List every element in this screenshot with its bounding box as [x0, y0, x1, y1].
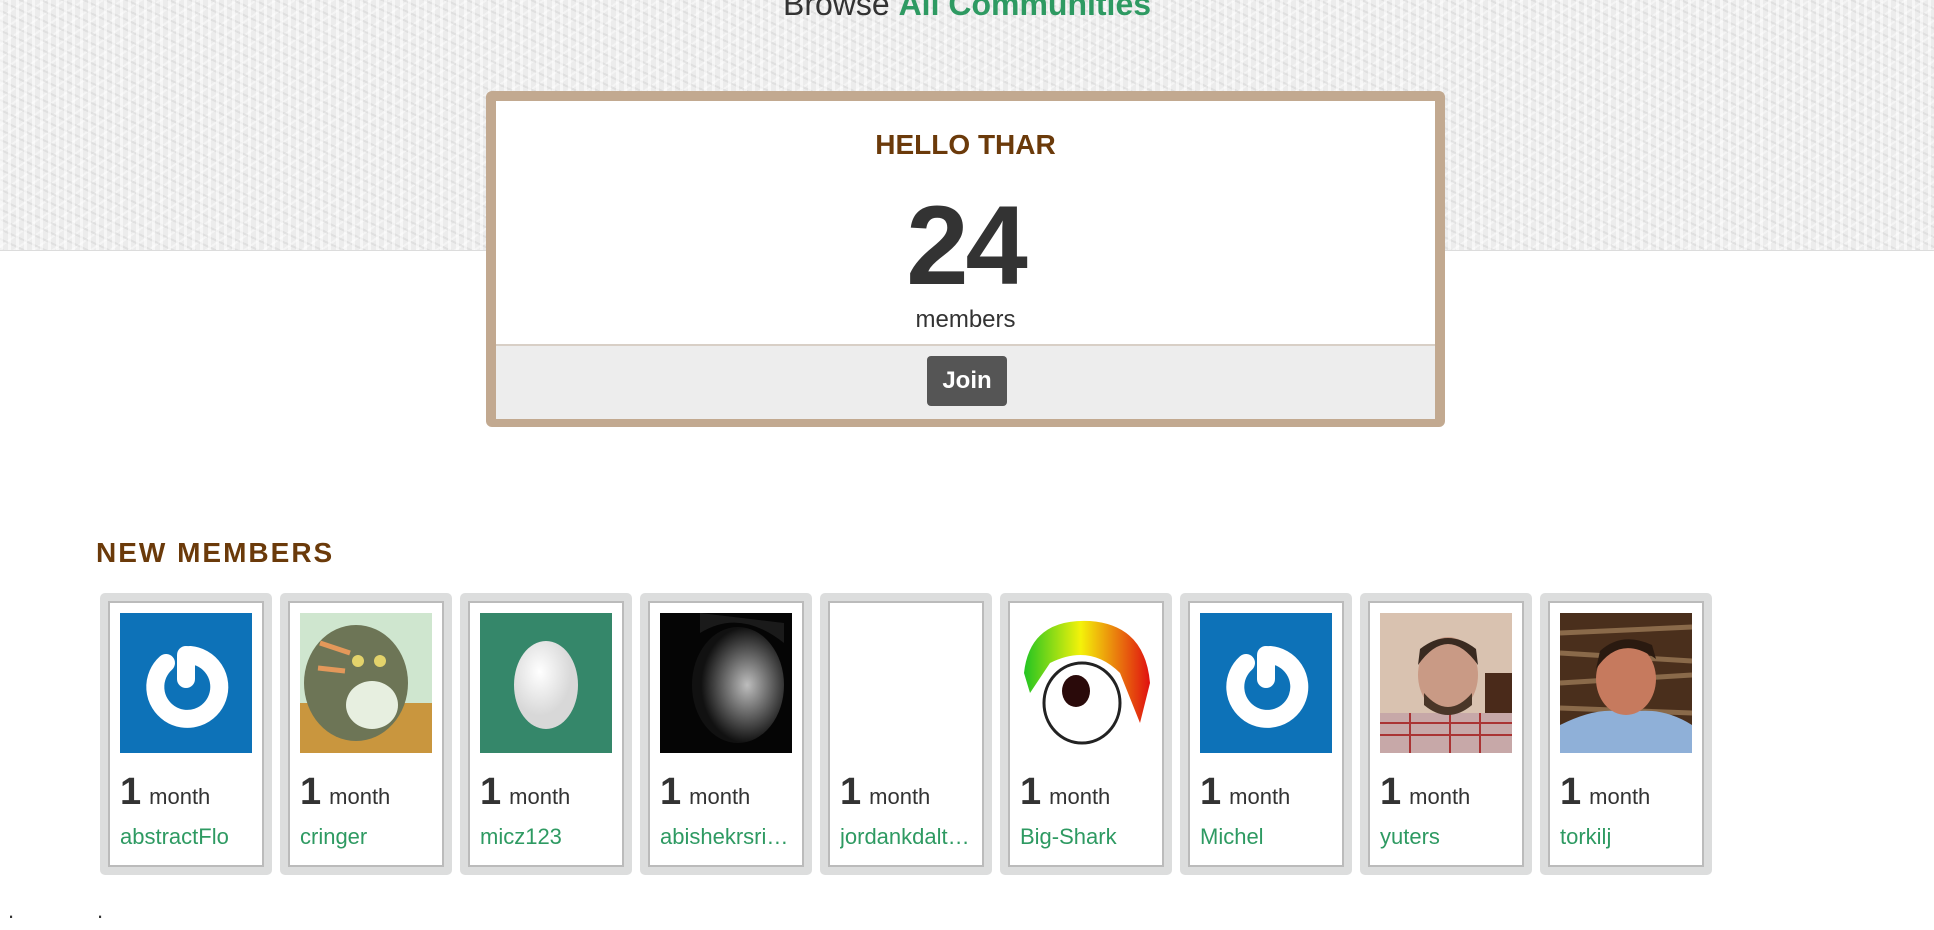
- stone-wall-portrait-avatar[interactable]: [1560, 613, 1692, 753]
- member-card[interactable]: 1 month jordankdalt…: [820, 593, 992, 875]
- member-tenure: 1 month: [1020, 771, 1111, 813]
- member-card[interactable]: 1 month Big-Shark: [1000, 593, 1172, 875]
- browse-prefix: Browse: [782, 0, 890, 22]
- blank-avatar[interactable]: [840, 613, 972, 753]
- member-tenure: 1 month: [1560, 771, 1651, 813]
- member-name-link[interactable]: abstractFlo: [120, 824, 252, 850]
- new-members-title: NEW MEMBERS: [96, 537, 335, 568]
- community-card: HELLO THAR 24 members Join: [486, 91, 1445, 427]
- member-card[interactable]: 1 month cringer: [280, 593, 452, 875]
- member-card[interactable]: 1 month yuters: [1360, 593, 1532, 875]
- bw-portrait-avatar[interactable]: [660, 613, 792, 753]
- all-communities-link[interactable]: All Communities: [899, 0, 1151, 22]
- mohawk-skull-avatar[interactable]: [1020, 613, 1152, 753]
- member-name-link[interactable]: abishekrsri…: [660, 824, 792, 850]
- browse-line: Browse All Communities: [0, 0, 1934, 23]
- member-tenure: 1 month: [660, 771, 751, 813]
- member-tenure: 1 month: [1200, 771, 1291, 813]
- member-card[interactable]: 1 month abstractFlo: [100, 593, 272, 875]
- join-button[interactable]: Join: [927, 356, 1007, 406]
- egg-avatar[interactable]: [480, 613, 612, 753]
- member-tenure: 1 month: [1380, 771, 1471, 813]
- member-name-link[interactable]: yuters: [1380, 824, 1512, 850]
- member-tenure: 1 month: [840, 771, 931, 813]
- member-card[interactable]: 1 month micz123: [460, 593, 632, 875]
- power-logo-avatar[interactable]: [120, 613, 252, 753]
- footer-dot: .: [97, 898, 104, 923]
- member-name-link[interactable]: torkilj: [1560, 824, 1692, 850]
- member-card[interactable]: 1 month abishekrsri…: [640, 593, 812, 875]
- member-label: members: [915, 306, 1016, 333]
- member-count: 24: [906, 183, 1028, 308]
- member-card[interactable]: 1 month Michel: [1180, 593, 1352, 875]
- member-name-link[interactable]: cringer: [300, 824, 432, 850]
- member-tenure: 1 month: [120, 771, 211, 813]
- member-card[interactable]: 1 month torkilj: [1540, 593, 1712, 875]
- webcam-portrait-avatar[interactable]: [1380, 613, 1512, 753]
- power-logo-avatar[interactable]: [1200, 613, 1332, 753]
- new-members-list: 1 month abstractFlo 1 month cringer 1 month…: [100, 593, 1712, 875]
- member-tenure: 1 month: [300, 771, 391, 813]
- community-name: HELLO THAR: [875, 129, 1056, 160]
- member-name-link[interactable]: Michel: [1200, 824, 1332, 850]
- footer-dot: .: [8, 898, 15, 923]
- cartoon-tiger-avatar[interactable]: [300, 613, 432, 753]
- member-name-link[interactable]: jordankdalt…: [840, 824, 972, 850]
- member-name-link[interactable]: Big-Shark: [1020, 824, 1152, 850]
- member-tenure: 1 month: [480, 771, 571, 813]
- member-name-link[interactable]: micz123: [480, 824, 612, 850]
